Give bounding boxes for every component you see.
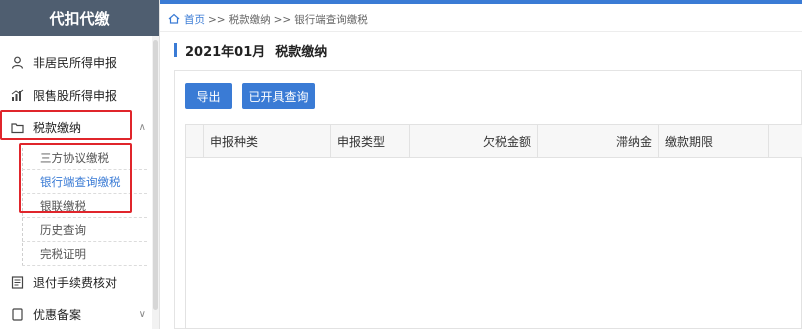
sidebar-scrollbar-thumb[interactable]	[153, 40, 158, 310]
column-header-declaration-type[interactable]: 申报类型	[331, 125, 410, 158]
breadcrumb-separator: >>	[273, 13, 292, 26]
column-header-declaration-kind[interactable]: 申报种类	[204, 125, 331, 158]
document-icon	[10, 307, 24, 321]
submenu-item-tripartite-agreement[interactable]: 三方协议缴税	[22, 146, 147, 170]
breadcrumb-separator: >>	[208, 13, 226, 26]
page-period: 2021年01月	[185, 44, 266, 60]
sidebar-item-restricted-stock[interactable]: 限售股所得申报	[0, 81, 152, 109]
submenu-item-tax-certificate[interactable]: 完税证明	[22, 242, 147, 266]
issued-query-button[interactable]: 已开具查询	[242, 83, 315, 109]
sidebar-item-preferential-filing[interactable]: 优惠备案 ∨	[0, 300, 152, 328]
table-header: 申报种类 申报类型 欠税金额 滞纳金 缴款期限	[186, 125, 802, 158]
sidebar-item-label: 优惠备案	[33, 307, 82, 322]
sidebar-title: 代扣代缴	[0, 0, 159, 36]
submenu-item-unionpay[interactable]: 银联缴税	[22, 194, 147, 218]
export-button[interactable]: 导出	[185, 83, 232, 109]
breadcrumb-level1[interactable]: 税款缴纳	[229, 12, 271, 27]
data-table: 申报种类 申报类型 欠税金额 滞纳金 缴款期限	[185, 124, 802, 329]
bar-chart-icon	[10, 88, 24, 102]
submenu-item-label: 银联缴税	[40, 198, 86, 213]
sidebar-item-label: 退付手续费核对	[33, 275, 118, 290]
sidebar-item-refund-fee-check[interactable]: 退付手续费核对	[0, 268, 152, 296]
home-icon[interactable]	[168, 13, 180, 27]
submenu-item-label: 三方协议缴税	[40, 150, 109, 165]
document-list-icon	[10, 275, 24, 289]
sidebar-item-label: 税款缴纳	[33, 120, 82, 135]
user-icon	[10, 55, 24, 69]
column-header-tax-arrears[interactable]: 欠税金额	[410, 125, 538, 158]
breadcrumb-level2: 银行端查询缴税	[294, 14, 368, 26]
submenu-item-label: 银行端查询缴税	[40, 174, 121, 189]
submenu-item-bank-query[interactable]: 银行端查询缴税	[22, 170, 147, 194]
column-header-late-fee[interactable]: 滞纳金	[538, 125, 659, 158]
breadcrumb-home-link[interactable]: 首页	[184, 12, 205, 27]
folder-icon	[10, 120, 24, 134]
breadcrumb: 首页 >> 税款缴纳 >> 银行端查询缴税	[160, 8, 802, 32]
chevron-up-icon: ∧	[138, 121, 146, 133]
sidebar-item-label: 非居民所得申报	[33, 55, 118, 70]
sidebar-item-tax-payment[interactable]: 税款缴纳 ∧	[0, 113, 152, 141]
sidebar-item-label: 限售股所得申报	[33, 88, 118, 103]
page-title: 2021年01月 税款缴纳	[174, 41, 328, 60]
submenu-item-label: 完税证明	[40, 246, 86, 261]
column-header-payment-deadline[interactable]: 缴款期限	[659, 125, 769, 158]
table-header-index	[186, 125, 204, 158]
chevron-down-icon: ∨	[138, 308, 146, 320]
table-header-extra	[769, 125, 802, 158]
submenu-item-history[interactable]: 历史查询	[22, 218, 147, 242]
submenu-item-label: 历史查询	[40, 222, 86, 237]
title-accent-mark	[174, 43, 177, 57]
sidebar-item-nonresident-income[interactable]: 非居民所得申报	[0, 48, 152, 76]
page-title-text: 税款缴纳	[275, 44, 328, 60]
